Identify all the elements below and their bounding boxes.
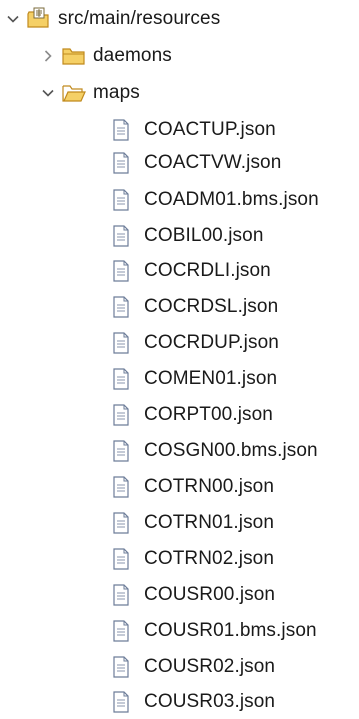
tree-file-item[interactable]: COTRN00.json: [108, 471, 274, 503]
project-explorer-tree: src/main/resources daemons maps COACTUP.…: [0, 0, 359, 719]
tree-node-label: daemons: [93, 45, 172, 66]
file-icon: [108, 118, 134, 142]
tree-file-item[interactable]: COSGN00.bms.json: [108, 435, 318, 467]
file-name: COUSR02.json: [144, 656, 276, 677]
tree-node-maps[interactable]: maps: [41, 77, 140, 109]
file-name: COUSR00.json: [144, 584, 276, 605]
file-name: COUSR01.bms.json: [144, 620, 317, 641]
file-icon: [108, 511, 134, 535]
tree-file-item[interactable]: COCRDSL.json: [108, 291, 278, 323]
file-name: CORPT00.json: [144, 404, 273, 425]
tree-file-item[interactable]: COMEN01.json: [108, 363, 277, 395]
file-icon: [108, 619, 134, 643]
file-icon: [108, 655, 134, 679]
tree-file-item[interactable]: COACTUP.json: [108, 114, 276, 146]
file-icon: [108, 475, 134, 499]
file-icon: [108, 151, 134, 175]
file-name: COBIL00.json: [144, 225, 264, 246]
file-icon: [108, 583, 134, 607]
tree-file-item[interactable]: COUSR01.bms.json: [108, 615, 317, 647]
chevron-down-icon[interactable]: [41, 86, 55, 100]
tree-file-item[interactable]: COADM01.bms.json: [108, 184, 319, 216]
file-icon: [108, 403, 134, 427]
tree-file-item[interactable]: COTRN01.json: [108, 507, 274, 539]
file-icon: [108, 331, 134, 355]
file-icon: [108, 439, 134, 463]
tree-file-item[interactable]: COCRDLI.json: [108, 255, 271, 287]
file-icon: [108, 367, 134, 391]
tree-node-label: maps: [93, 82, 140, 103]
tree-file-item[interactable]: COBIL00.json: [108, 220, 264, 252]
folder-icon: [61, 44, 87, 68]
file-name: COSGN00.bms.json: [144, 440, 318, 461]
tree-file-item[interactable]: COUSR00.json: [108, 579, 275, 611]
tree-file-item[interactable]: COUSR02.json: [108, 651, 275, 683]
file-name: COTRN02.json: [144, 548, 275, 569]
file-name: COTRN01.json: [144, 512, 275, 533]
file-icon: [108, 224, 134, 248]
file-name: COADM01.bms.json: [144, 189, 319, 210]
file-icon: [108, 188, 134, 212]
file-icon: [108, 690, 134, 714]
file-name: COTRN00.json: [144, 476, 275, 497]
file-name: COUSR03.json: [144, 691, 276, 712]
chevron-right-icon[interactable]: [41, 49, 55, 63]
tree-file-item[interactable]: COCRDUP.json: [108, 327, 279, 359]
file-name: COACTVW.json: [144, 152, 282, 173]
file-name: COCRDUP.json: [144, 332, 279, 353]
file-name: COACTUP.json: [144, 119, 276, 140]
tree-file-item[interactable]: COUSR03.json: [108, 686, 275, 718]
tree-file-item[interactable]: CORPT00.json: [108, 399, 273, 431]
file-name: COCRDLI.json: [144, 260, 271, 281]
folder-open-icon: [61, 81, 87, 105]
tree-node-src-main-resources[interactable]: src/main/resources: [6, 3, 220, 35]
source-folder-icon: [26, 7, 52, 31]
tree-file-item[interactable]: COACTVW.json: [108, 147, 281, 179]
tree-node-label: src/main/resources: [58, 8, 221, 29]
tree-node-daemons[interactable]: daemons: [41, 40, 172, 72]
file-icon: [108, 295, 134, 319]
chevron-down-icon[interactable]: [6, 12, 20, 26]
file-icon: [108, 259, 134, 283]
file-icon: [108, 547, 134, 571]
tree-file-item[interactable]: COTRN02.json: [108, 543, 274, 575]
file-name: COCRDSL.json: [144, 296, 279, 317]
file-name: COMEN01.json: [144, 368, 278, 389]
